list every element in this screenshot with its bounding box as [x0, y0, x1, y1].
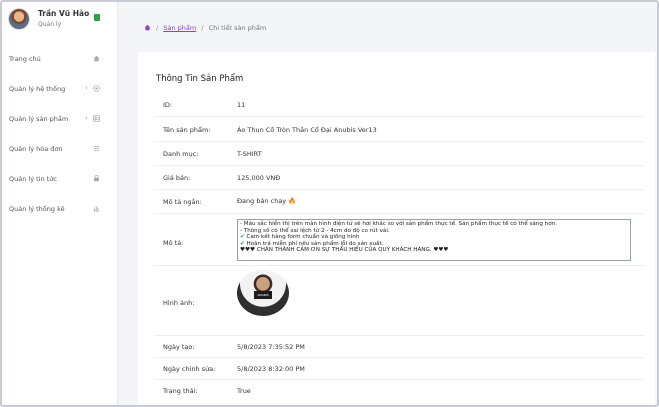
- field-row-name: Tên sản phẩm: Áo Thun Cổ Tròn Thần Cổ Đạ…: [154, 117, 644, 142]
- field-label: Ngày tạo:: [163, 343, 195, 351]
- app-window: Trần Vũ Hào Quản lý Trang chủ Quản lý hệ…: [0, 0, 659, 407]
- sidebar-item-label: Quản lý thống kê: [9, 205, 65, 213]
- breadcrumb-link-products[interactable]: Sản phẩm: [163, 24, 196, 32]
- desc-line-text: Cam kết hàng form chuẩn và giống hình: [246, 234, 360, 241]
- field-label: Mô tả:: [163, 239, 184, 247]
- field-value-price: 125,000 VNĐ: [237, 174, 281, 182]
- field-row-status: Trạng thái: True: [154, 380, 644, 402]
- sidebar-item-news[interactable]: Quản lý tin tức: [2, 173, 118, 187]
- sidebar-item-invoices[interactable]: Quản lý hóa đơn: [2, 143, 118, 157]
- product-image: ANUBIS: [237, 270, 289, 316]
- avatar: [8, 8, 30, 30]
- home-icon[interactable]: [144, 24, 153, 32]
- sidebar-item-home[interactable]: Trang chủ: [2, 53, 118, 67]
- status-badge-icon: [94, 14, 100, 21]
- field-value-created: 5/8/2023 7:35:52 PM: [237, 343, 305, 351]
- desc-line: ✔ Cam kết hàng form chuẩn và giống hình: [240, 234, 628, 241]
- field-value-status: True: [237, 387, 251, 395]
- field-row-id: ID: 11: [154, 92, 644, 117]
- field-value-category: T-SHIRT: [237, 150, 262, 158]
- field-row-created: Ngày tạo: 5/8/2023 7:35:52 PM: [154, 336, 644, 358]
- description-textarea[interactable]: - Màu sắc hiển thị trên màn hình điện tử…: [237, 219, 631, 261]
- desc-line-text: Hoàn trả miễn phí nếu sản phẩm lỗi do sả…: [246, 240, 384, 247]
- sidebar-item-label: Trang chủ: [9, 55, 41, 63]
- list-icon: [93, 145, 100, 152]
- lock-icon: [93, 175, 100, 182]
- sidebar-item-label: Quản lý sản phẩm: [9, 115, 69, 123]
- sidebar-item-statistics[interactable]: Quản lý thống kê: [2, 203, 118, 217]
- card-title: Thông Tin Sản Phẩm: [156, 74, 244, 84]
- breadcrumb: / Sản phẩm / Chi tiết sản phẩm: [144, 24, 266, 32]
- user-profile[interactable]: Trần Vũ Hào Quản lý: [8, 8, 112, 34]
- sidebar-item-products[interactable]: Quản lý sản phẩm ‹: [2, 113, 118, 127]
- shirt-print: ANUBIS: [254, 291, 272, 299]
- field-label: Ngày chỉnh sửa:: [163, 365, 216, 373]
- field-label: Hình ảnh:: [163, 299, 195, 307]
- field-label: Danh mục:: [163, 150, 199, 158]
- sidebar: Trần Vũ Hào Quản lý Trang chủ Quản lý hệ…: [2, 2, 118, 405]
- product-detail-card: Thông Tin Sản Phẩm ID: 11 Tên sản phẩm: …: [138, 52, 655, 405]
- field-value-short-desc: Đang bán chạy 🔥: [237, 197, 297, 205]
- user-name: Trần Vũ Hào: [38, 9, 90, 18]
- desc-line: - Màu sắc hiển thị trên màn hình điện tử…: [240, 221, 557, 227]
- home-icon: [93, 55, 100, 62]
- desc-line: ♥♥♥ CHÂN THÀNH CẢM ƠN SỰ THẤU HIỂU CỦA Q…: [240, 247, 449, 254]
- sidebar-item-system[interactable]: Quản lý hệ thống ‹: [2, 83, 118, 97]
- field-value-id: 11: [237, 101, 246, 109]
- grid-icon: [93, 115, 100, 122]
- check-icon: ✔: [240, 240, 245, 247]
- chevron-left-icon: ‹: [85, 84, 88, 92]
- field-label: Trạng thái:: [163, 387, 198, 395]
- breadcrumb-separator: /: [201, 24, 204, 32]
- field-row-short-desc: Mô tả ngắn: Đang bán chạy 🔥: [154, 190, 644, 214]
- plus-circle-icon: [93, 85, 100, 92]
- field-row-category: Danh mục: T-SHIRT: [154, 142, 644, 166]
- sidebar-item-label: Quản lý tin tức: [9, 175, 57, 183]
- field-row-image: Hình ảnh: ANUBIS: [154, 266, 644, 336]
- field-row-desc: Mô tả: - Màu sắc hiển thị trên màn hình …: [154, 214, 644, 266]
- field-label: Tên sản phẩm:: [163, 126, 211, 134]
- field-row-edited: Ngày chỉnh sửa: 5/8/2023 8:32:00 PM: [154, 358, 644, 380]
- field-value-name: Áo Thun Cổ Tròn Thần Cổ Đại Anubis Ver13: [237, 126, 377, 134]
- field-row-price: Giá bán: 125,000 VNĐ: [154, 166, 644, 190]
- breadcrumb-current: Chi tiết sản phẩm: [208, 24, 267, 32]
- field-label: ID:: [163, 101, 173, 109]
- field-label: Mô tả ngắn:: [163, 198, 202, 206]
- user-role: Quản lý: [38, 21, 62, 28]
- chevron-left-icon: ‹: [85, 114, 88, 122]
- bar-chart-icon: [93, 205, 100, 212]
- sidebar-item-label: Quản lý hệ thống: [9, 85, 66, 93]
- sidebar-item-label: Quản lý hóa đơn: [9, 145, 63, 153]
- check-icon: ✔: [240, 234, 245, 241]
- field-label: Giá bán:: [163, 174, 191, 182]
- field-value-edited: 5/8/2023 8:32:00 PM: [237, 365, 305, 373]
- breadcrumb-separator: /: [156, 24, 159, 32]
